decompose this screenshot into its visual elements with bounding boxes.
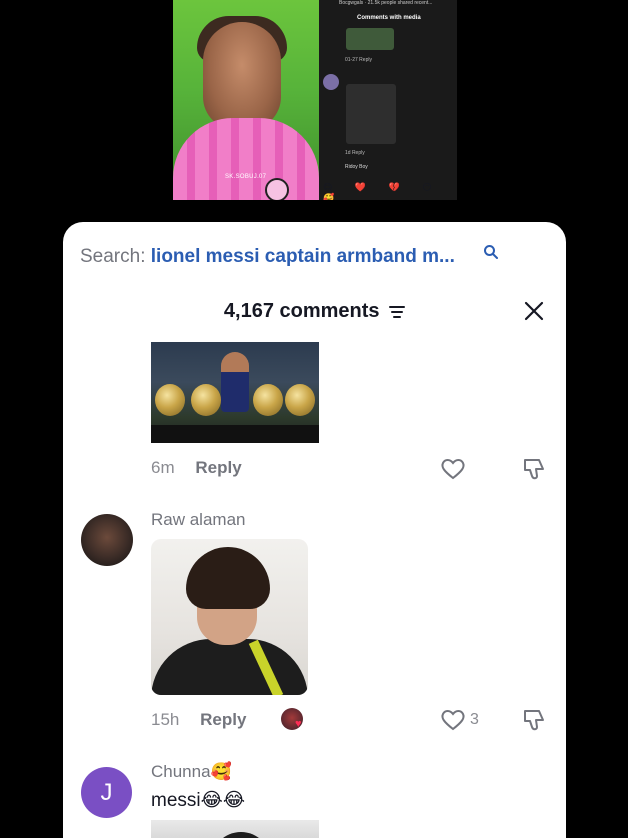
comment-media-image[interactable]: [151, 820, 319, 838]
comment-media-image[interactable]: [151, 539, 308, 695]
video-panel-meta: 1d Reply: [345, 150, 365, 156]
video-panel-meta: 01-27 Reply: [345, 57, 372, 63]
video-panel-thumbnail: [346, 84, 396, 144]
like-count: 3: [470, 711, 479, 728]
comment-text: messi😂😂: [151, 790, 246, 811]
comment-meta: 15h Reply: [151, 710, 246, 730]
comment-time: 6m: [151, 458, 175, 477]
heart-icon[interactable]: [440, 708, 466, 732]
search-query[interactable]: lionel messi captain armband m...: [151, 246, 455, 267]
comment-count: 4,167 comments: [223, 300, 380, 322]
comments-header: 4,167 comments: [63, 300, 566, 323]
video-panel-emoji-bar: 😊 ❤️ 💔 😶 🥰: [323, 182, 442, 200]
trophy: [191, 384, 221, 416]
comment-username[interactable]: Chunna🥰: [151, 762, 232, 782]
image-figure: [211, 832, 271, 838]
trophy: [155, 384, 185, 416]
comment-time: 15h: [151, 710, 180, 729]
comments-sheet: Search: lionel messi captain armband m..…: [63, 222, 566, 838]
player-shirt: [151, 639, 308, 695]
trophy: [285, 384, 315, 416]
video-panel-thumbnail: [346, 28, 394, 50]
close-icon[interactable]: [524, 301, 544, 321]
comment-username[interactable]: Raw alaman: [151, 510, 246, 530]
player-face: [203, 22, 281, 130]
search-label: Search:: [80, 246, 146, 267]
video-left-frame: SK.SOBUJ.07: [173, 0, 319, 200]
reply-button[interactable]: Reply: [195, 458, 241, 477]
dislike-icon[interactable]: [521, 707, 547, 733]
search-suggestion[interactable]: Search: lionel messi captain armband m..…: [80, 244, 550, 268]
video-panel-topline: Bocgwgals · 21.5k people shared recent..…: [339, 0, 433, 6]
trophy: [253, 384, 283, 416]
video-preview[interactable]: SK.SOBUJ.07 Bocgwgals · 21.5k people sha…: [173, 0, 457, 200]
video-panel-title: Comments with media: [357, 15, 421, 21]
trophy-table: [151, 425, 319, 443]
video-panel-avatar: [323, 74, 339, 90]
player-figure: [221, 352, 249, 412]
search-icon[interactable]: [483, 244, 499, 260]
video-right-frame: Bocgwgals · 21.5k people shared recent..…: [319, 0, 457, 200]
video-panel-input: Ridoy Boy: [345, 164, 368, 170]
sort-filter-icon[interactable]: [389, 305, 406, 319]
comment-media-image[interactable]: [151, 342, 319, 443]
comment-meta: 6m Reply: [151, 458, 242, 478]
club-crest: [265, 178, 289, 200]
player-hair: [186, 547, 270, 609]
creator-heart-icon: ♥: [295, 718, 302, 730]
reply-button[interactable]: Reply: [200, 710, 246, 729]
player-shirt: [173, 118, 319, 200]
dislike-icon[interactable]: [521, 456, 547, 482]
avatar[interactable]: J: [81, 767, 132, 818]
avatar[interactable]: [81, 514, 133, 566]
video-watermark: SK.SOBUJ.07: [225, 174, 267, 180]
heart-icon[interactable]: [440, 457, 466, 481]
